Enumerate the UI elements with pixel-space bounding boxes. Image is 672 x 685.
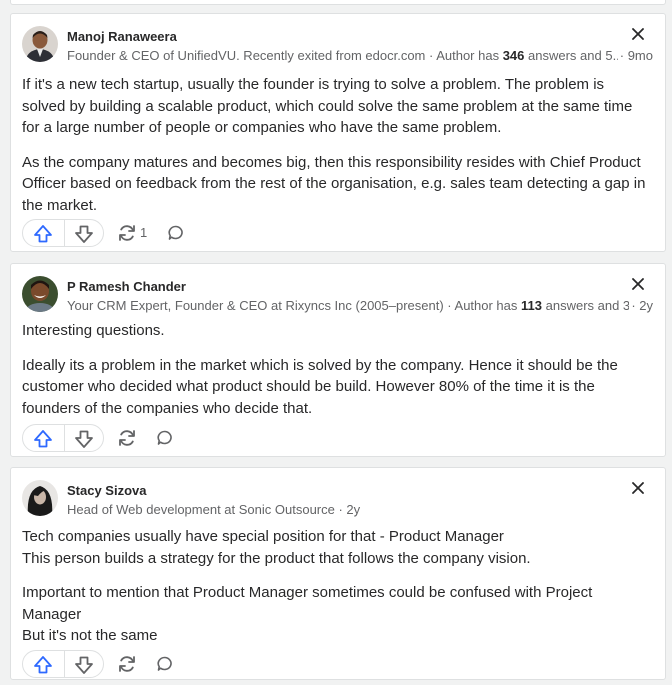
comment-icon[interactable] <box>156 429 174 447</box>
author-name[interactable]: P Ramesh Chander <box>67 279 186 294</box>
author-name[interactable]: Manoj Ranaweera <box>67 29 177 44</box>
close-icon[interactable] <box>628 274 648 294</box>
answer-paragraph: Interesting questions. <box>22 322 165 339</box>
answer-paragraph: Tech companies usually have special posi… <box>22 528 531 567</box>
share-count: 1 <box>140 225 148 240</box>
credential-text: Founder & CEO of UnifiedVU. Recently exi… <box>67 48 503 63</box>
answer-body: If it's a new tech startup, usually the … <box>22 74 651 229</box>
close-icon[interactable] <box>628 24 648 44</box>
answer-age: · 9mo <box>617 48 653 63</box>
avatar[interactable] <box>22 480 58 516</box>
close-icon[interactable] <box>628 478 648 498</box>
answer-body: Tech companies usually have special posi… <box>22 526 651 660</box>
answers-count: 346 <box>502 48 525 63</box>
vote-divider <box>64 220 65 246</box>
answer-header: P Ramesh Chander Your CRM Expert, Founde… <box>22 276 653 316</box>
credential-suffix: answers and 5... <box>524 48 624 63</box>
answer-header: Manoj Ranaweera Founder & CEO of Unified… <box>22 26 653 66</box>
vote-group <box>22 650 104 678</box>
answer-paragraph: Important to mention that Product Manage… <box>22 584 593 644</box>
author-credential: Head of Web development at Sonic Outsour… <box>67 502 653 517</box>
vote-group <box>22 219 104 247</box>
upvote-arrow-icon[interactable] <box>32 429 54 449</box>
answer-card: P Ramesh Chander Your CRM Expert, Founde… <box>10 263 666 457</box>
previous-card-edge <box>10 0 666 5</box>
downvote-arrow-icon[interactable] <box>73 224 95 244</box>
answers-count: 113 <box>521 298 542 313</box>
answer-body: Interesting questions. Ideally its a pro… <box>22 320 651 432</box>
comment-icon[interactable] <box>156 655 174 673</box>
author-credential: Founder & CEO of UnifiedVU. Recently exi… <box>67 48 653 63</box>
reshare-icon[interactable] <box>117 428 137 448</box>
vote-divider <box>64 425 65 451</box>
reshare-icon[interactable] <box>117 223 137 243</box>
upvote-arrow-icon[interactable] <box>32 655 54 675</box>
answer-age: · 2y <box>629 298 653 313</box>
vote-divider <box>64 651 65 677</box>
vote-group <box>22 424 104 452</box>
avatar[interactable] <box>22 26 58 62</box>
upvote-arrow-icon[interactable] <box>32 224 54 244</box>
answer-card: Manoj Ranaweera Founder & CEO of Unified… <box>10 13 666 252</box>
author-credential: Your CRM Expert, Founder & CEO at Rixync… <box>67 298 653 313</box>
downvote-arrow-icon[interactable] <box>73 429 95 449</box>
answer-paragraph: Ideally its a problem in the market whic… <box>22 356 618 417</box>
answer-paragraph: As the company matures and becomes big, … <box>22 153 646 214</box>
author-name[interactable]: Stacy Sizova <box>67 483 147 498</box>
reshare-icon[interactable] <box>117 654 137 674</box>
downvote-arrow-icon[interactable] <box>73 655 95 675</box>
answer-header: Stacy Sizova Head of Web development at … <box>22 480 653 520</box>
comment-icon[interactable] <box>167 224 185 242</box>
answer-paragraph: If it's a new tech startup, usually the … <box>22 76 633 136</box>
avatar[interactable] <box>22 276 58 312</box>
credential-text: Your CRM Expert, Founder & CEO at Rixync… <box>67 298 522 313</box>
credential-text: Head of Web development at Sonic Outsour… <box>67 502 361 517</box>
answer-card: Stacy Sizova Head of Web development at … <box>10 467 666 680</box>
